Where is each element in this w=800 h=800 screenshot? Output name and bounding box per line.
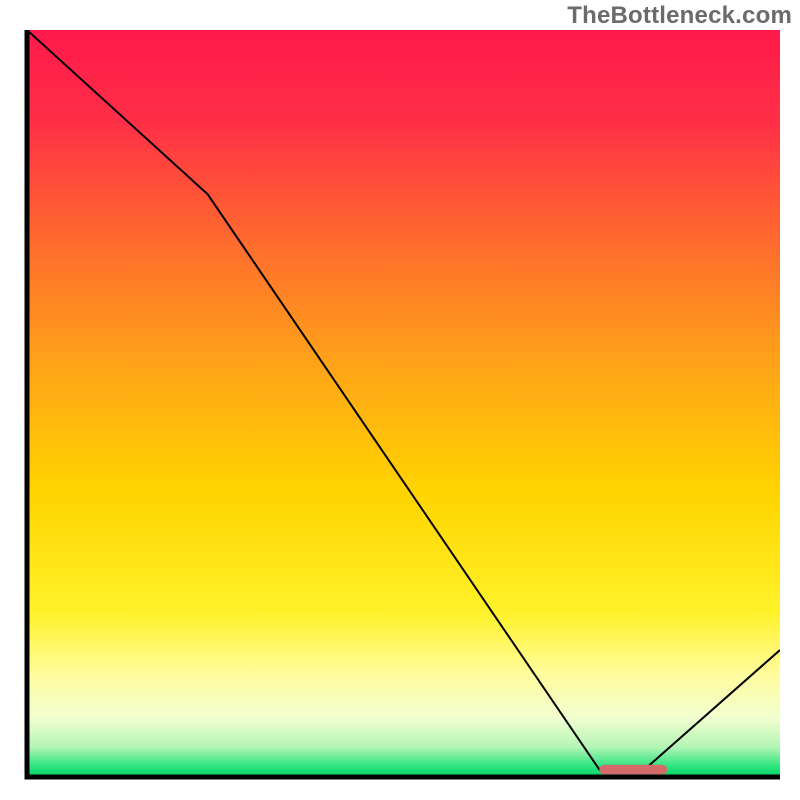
- bottleneck-chart: [24, 30, 780, 780]
- chart-frame: TheBottleneck.com: [0, 0, 800, 800]
- gradient-background: [27, 30, 780, 777]
- optimal-band-marker: [599, 765, 667, 775]
- plot-area: [24, 30, 780, 780]
- watermark-text: TheBottleneck.com: [567, 2, 792, 30]
